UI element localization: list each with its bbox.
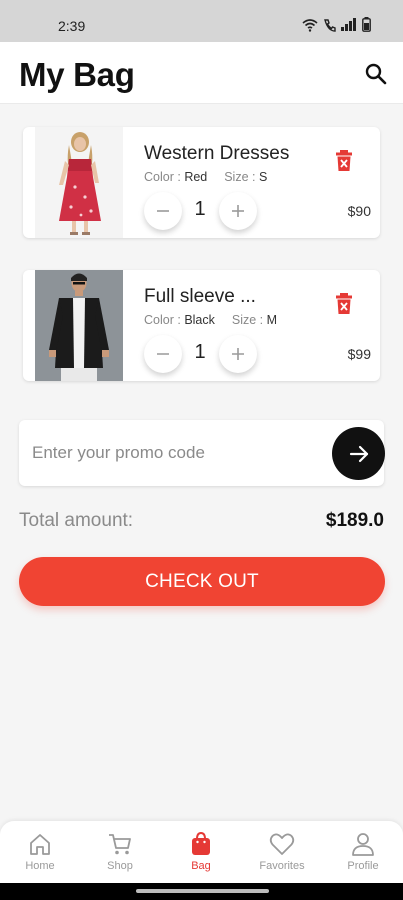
total-amount-value: $189.0 (325, 510, 384, 531)
color-label: Color : (144, 313, 181, 327)
gesture-navigation-area (0, 883, 403, 900)
delete-item-button[interactable] (333, 149, 355, 173)
app-header: My Bag (0, 42, 403, 104)
item-price: $99 (347, 346, 371, 362)
total-amount-label: Total amount: (19, 510, 134, 531)
status-time: 2:39 (58, 18, 86, 34)
call-icon (324, 18, 336, 32)
color-value: Black (184, 313, 215, 327)
nav-item-profile[interactable]: Profile (323, 821, 403, 883)
battery-icon (362, 17, 371, 32)
search-icon (365, 63, 387, 85)
color-value: Red (184, 170, 208, 184)
nav-label-profile: Profile (347, 860, 379, 872)
quantity-value: 1 (194, 198, 206, 220)
cart-item: Western Dresses Color : Red Size : S 1 $… (23, 127, 380, 238)
home-icon (30, 834, 50, 855)
status-icons (302, 17, 371, 32)
nav-label-bag: Bag (191, 860, 211, 872)
size-label: Size : (231, 313, 264, 327)
nav-item-home[interactable]: Home (0, 821, 80, 883)
minus-icon (157, 210, 169, 212)
status-bar: 2:39 (0, 0, 403, 42)
heart-icon (269, 833, 295, 855)
arrow-right-icon (349, 445, 368, 462)
search-button[interactable] (362, 60, 390, 88)
item-name: Full sleeve ... (144, 286, 256, 307)
decrease-quantity-button[interactable] (144, 335, 182, 373)
nav-item-bag[interactable]: Bag (161, 821, 241, 883)
trash-icon (336, 150, 352, 171)
increase-quantity-button[interactable] (219, 192, 257, 230)
wifi-icon (302, 18, 318, 32)
nav-label-home: Home (25, 860, 55, 872)
size-value: M (266, 313, 278, 327)
item-price: $90 (347, 203, 371, 219)
plus-icon (232, 205, 244, 217)
bag-icon (192, 831, 210, 855)
home-gesture-bar[interactable] (136, 889, 269, 893)
bottom-navigation: Home Shop Bag Favorites Profile (0, 821, 403, 883)
size-value: S (258, 170, 268, 184)
nav-item-shop[interactable]: Shop (80, 821, 160, 883)
item-attributes: Color : Red Size : S (144, 170, 267, 184)
delete-item-button[interactable] (333, 292, 355, 316)
product-image-western-dress[interactable] (35, 127, 123, 238)
profile-icon (352, 833, 374, 856)
minus-icon (157, 353, 169, 355)
nav-label-favorites: Favorites (259, 860, 305, 872)
decrease-quantity-button[interactable] (144, 192, 182, 230)
promo-code-box (19, 420, 384, 486)
signal-icon (341, 18, 356, 31)
nav-item-favorites[interactable]: Favorites (242, 821, 322, 883)
increase-quantity-button[interactable] (219, 335, 257, 373)
nav-label-shop: Shop (107, 860, 133, 872)
color-label: Color : (144, 170, 181, 184)
cart-icon (109, 834, 131, 855)
product-image-full-sleeve[interactable] (35, 270, 123, 381)
quantity-value: 1 (194, 341, 206, 363)
checkout-button[interactable]: CHECK OUT (19, 557, 385, 606)
promo-code-input[interactable] (32, 440, 322, 466)
trash-icon (336, 293, 352, 314)
item-name: Western Dresses (144, 143, 290, 164)
cart-item: Full sleeve ... Color : Black Size : M 1… (23, 270, 380, 381)
apply-promo-button[interactable] (332, 427, 385, 480)
size-label: Size : (224, 170, 256, 184)
item-attributes: Color : Black Size : M (144, 313, 277, 327)
page-title: My Bag (19, 56, 135, 93)
plus-icon (232, 348, 244, 360)
